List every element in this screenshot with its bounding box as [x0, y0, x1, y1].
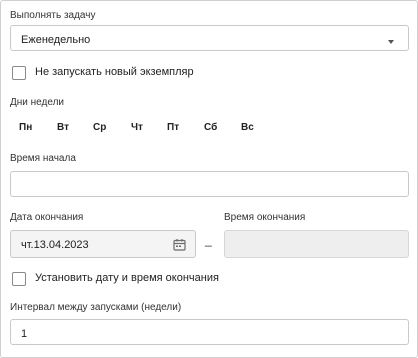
set-end-checkbox[interactable]: [12, 272, 26, 286]
end-date-value: чт.13.04.2023: [21, 239, 89, 251]
no-new-instance-label: Не запускать новый экземпляр: [35, 66, 194, 78]
end-time-label: Время окончания: [224, 212, 306, 223]
weekday-thu[interactable]: Чт: [131, 122, 143, 133]
range-separator: _: [205, 233, 212, 247]
weekdays-label: Дни недели: [10, 97, 65, 108]
start-time-label: Время начала: [10, 153, 76, 164]
weekday-wed[interactable]: Ср: [93, 122, 106, 133]
task-frequency-value: Еженедельно: [21, 34, 91, 46]
weekday-tue[interactable]: Вт: [57, 122, 69, 133]
interval-input[interactable]: 1: [10, 319, 409, 345]
end-date-label: Дата окончания: [10, 212, 84, 223]
task-frequency-label: Выполнять задачу: [10, 10, 96, 21]
weekday-fri[interactable]: Пт: [167, 122, 179, 133]
weekday-sun[interactable]: Вс: [241, 122, 254, 133]
weekday-sat[interactable]: Сб: [204, 122, 217, 133]
interval-label: Интервал между запусками (недели): [10, 302, 182, 313]
end-date-input[interactable]: чт.13.04.2023: [10, 230, 196, 258]
task-frequency-select[interactable]: Еженедельно: [10, 25, 409, 51]
interval-value: 1: [21, 328, 28, 340]
schedule-panel: Выполнять задачу Еженедельно Не запускат…: [0, 0, 418, 358]
calendar-icon[interactable]: [173, 238, 186, 254]
set-end-label: Установить дату и время окончания: [35, 272, 219, 284]
chevron-down-icon: [388, 40, 394, 44]
no-new-instance-checkbox[interactable]: [12, 66, 26, 80]
end-time-input[interactable]: [224, 230, 409, 258]
weekday-mon[interactable]: Пн: [19, 122, 32, 133]
start-time-input[interactable]: [10, 171, 409, 197]
